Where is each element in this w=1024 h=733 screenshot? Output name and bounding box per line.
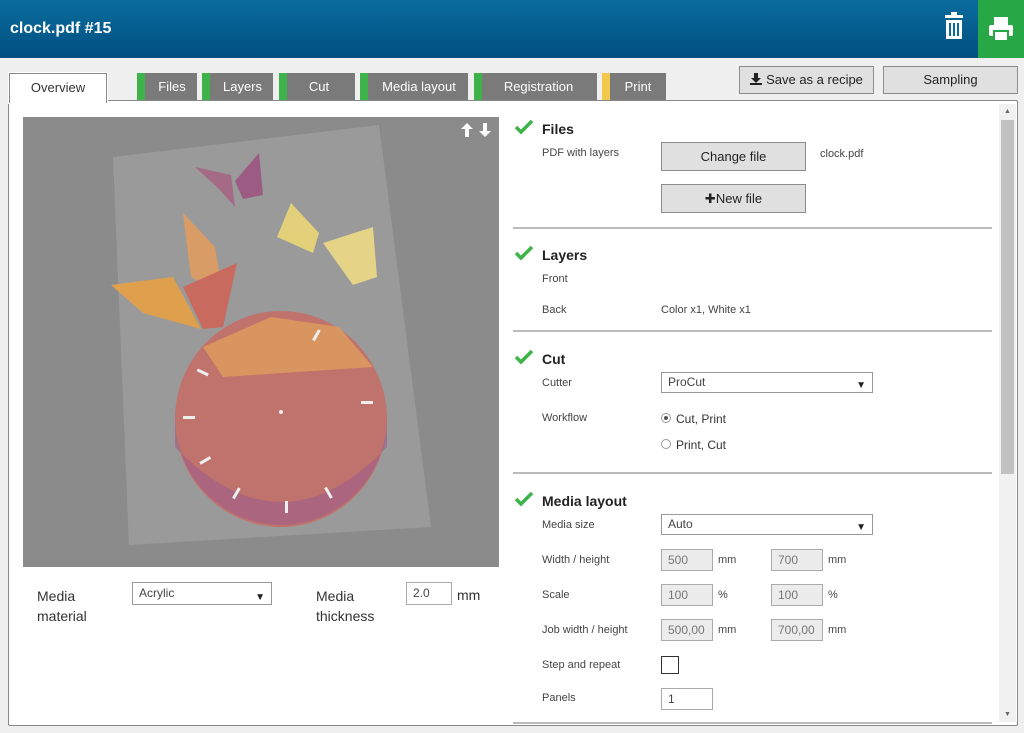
section-divider (513, 472, 992, 474)
step-and-repeat-label: Step and repeat (542, 659, 621, 671)
scale-x-input[interactable]: 100 (661, 584, 713, 606)
check-icon (514, 119, 534, 140)
media-size-value: Auto (668, 517, 693, 531)
plus-icon: ✚ (704, 191, 716, 206)
tab-cut[interactable]: Cut (279, 73, 355, 101)
dropdown-icon: ▼ (856, 380, 866, 391)
unit-percent: % (828, 589, 838, 601)
unit-mm: mm (718, 624, 737, 636)
status-flag (360, 73, 368, 101)
radio-print-cut[interactable] (661, 439, 671, 449)
back-label: Back (542, 304, 567, 316)
back-value: Color x1, White x1 (661, 304, 751, 316)
status-flag (602, 73, 610, 101)
section-divider (513, 330, 992, 332)
tab-print[interactable]: Print (602, 73, 666, 101)
media-material-select[interactable]: Acrylic ▼ (132, 582, 272, 605)
change-file-label: Change file (700, 149, 767, 164)
job-width-input[interactable]: 500,00 (661, 619, 713, 641)
tab-label: Cut (308, 79, 330, 94)
media-size-label: Media size (542, 519, 595, 531)
media-thickness-label: Media thickness (316, 588, 375, 624)
tab-files[interactable]: Files (137, 73, 197, 101)
tab-layers[interactable]: Layers (202, 73, 273, 101)
files-title: Files (542, 121, 574, 137)
file-name: clock.pdf (820, 148, 864, 160)
layer-order-arrows[interactable] (461, 123, 491, 140)
cut-title: Cut (542, 351, 566, 367)
step-and-repeat-checkbox[interactable] (661, 656, 679, 674)
tab-label: Overview (30, 80, 86, 95)
scroll-down-icon[interactable]: ▼ (1004, 711, 1011, 718)
new-file-label: New file (715, 191, 763, 206)
unit-percent: % (718, 589, 728, 601)
save-as-recipe-button[interactable]: Save as a recipe (739, 66, 874, 94)
status-flag (474, 73, 482, 101)
media-material-label: Media material (37, 588, 87, 624)
panels-input[interactable]: 1 (661, 688, 713, 710)
workflow-label: Workflow (542, 412, 588, 424)
media-layout-title: Media layout (542, 493, 627, 509)
section-divider (513, 722, 992, 724)
media-height-input[interactable]: 700 (771, 549, 823, 571)
tab-registration[interactable]: Registration (474, 73, 597, 101)
cutter-value: ProCut (668, 375, 706, 389)
status-flag (279, 73, 287, 101)
tab-label: Print (624, 79, 652, 94)
pdf-label: PDF with layers (542, 147, 620, 159)
tab-label: Media layout (382, 79, 456, 94)
dropdown-icon: ▼ (255, 592, 265, 603)
layers-title: Layers (542, 247, 588, 263)
section-divider (513, 227, 992, 229)
tab-overview[interactable]: Overview (9, 73, 107, 103)
window-title: clock.pdf #15 (10, 20, 112, 37)
radio-cut-print[interactable] (661, 413, 671, 423)
cutter-select[interactable]: ProCut ▼ (661, 372, 873, 393)
front-label: Front (542, 273, 568, 285)
media-thickness-input[interactable]: 2.0 (406, 582, 452, 605)
title-bar: clock.pdf #15 (0, 0, 1024, 58)
tab-label: Layers (222, 79, 263, 94)
thickness-unit: mm (457, 587, 481, 603)
download-icon (750, 68, 763, 94)
check-icon (514, 491, 534, 512)
radio-cut-print-label: Cut, Print (676, 412, 727, 426)
trash-icon[interactable] (941, 12, 967, 40)
artwork-preview (23, 117, 499, 567)
media-material-value: Acrylic (139, 586, 175, 600)
new-file-button[interactable]: ✚New file (661, 184, 806, 213)
change-file-button[interactable]: Change file (661, 142, 806, 171)
unit-mm: mm (828, 624, 847, 636)
tab-media-layout[interactable]: Media layout (360, 73, 468, 101)
save-as-recipe-label: Save as a recipe (766, 72, 863, 87)
print-button[interactable] (978, 0, 1024, 58)
scale-label: Scale (542, 589, 570, 601)
sampling-button[interactable]: Sampling (883, 66, 1018, 94)
scale-y-input[interactable]: 100 (771, 584, 823, 606)
media-size-select[interactable]: Auto ▼ (661, 514, 873, 535)
tab-label: Files (158, 79, 186, 94)
radio-print-cut-label: Print, Cut (676, 438, 727, 452)
unit-mm: mm (718, 554, 737, 566)
dropdown-icon: ▼ (856, 522, 866, 533)
check-icon (514, 245, 534, 266)
job-width-height-label: Job width / height (542, 624, 628, 636)
scrollbar-thumb[interactable] (1001, 120, 1014, 474)
status-flag (202, 73, 210, 101)
unit-mm: mm (828, 554, 847, 566)
status-flag (137, 73, 145, 101)
tab-label: Registration (503, 79, 574, 94)
panels-label: Panels (542, 692, 576, 704)
job-height-input[interactable]: 700,00 (771, 619, 823, 641)
scroll-up-icon[interactable]: ▲ (1004, 108, 1011, 115)
width-height-label: Width / height (542, 554, 610, 566)
media-width-input[interactable]: 500 (661, 549, 713, 571)
clock-face (175, 311, 387, 527)
printer-icon (989, 17, 1013, 42)
sampling-label: Sampling (923, 72, 978, 87)
check-icon (514, 349, 534, 370)
cutter-label: Cutter (542, 377, 572, 389)
